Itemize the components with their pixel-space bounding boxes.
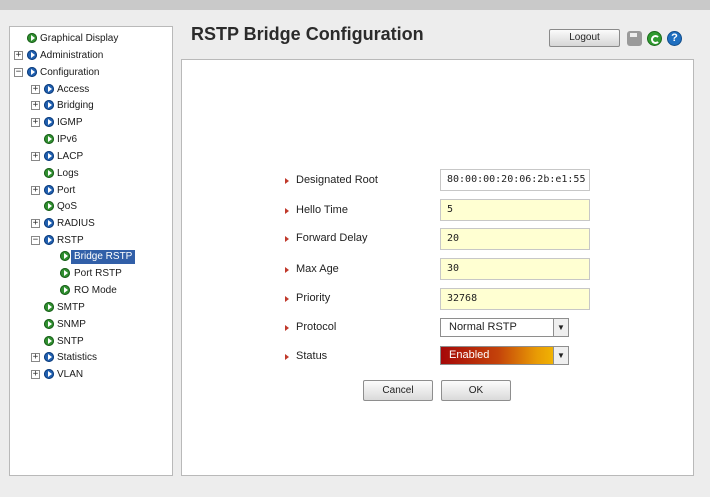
cancel-button[interactable]: Cancel — [363, 380, 433, 401]
sidebar-item-label: IPv6 — [57, 134, 78, 145]
play-icon — [27, 50, 37, 60]
play-icon — [60, 268, 70, 278]
logout-button[interactable]: Logout — [549, 29, 620, 47]
play-icon — [44, 218, 54, 228]
dropdown-arrow-icon[interactable]: ▼ — [553, 347, 568, 364]
bullet-arrow-icon — [285, 267, 289, 273]
max-age-label: Max Age — [296, 263, 339, 275]
expand-icon[interactable]: + — [31, 370, 40, 379]
play-icon — [44, 369, 54, 379]
play-icon — [27, 33, 37, 43]
sidebar-item-label: Access — [57, 84, 90, 95]
play-icon — [44, 201, 54, 211]
sidebar-item-label: Graphical Display — [40, 33, 119, 44]
sidebar-item-label: Logs — [57, 168, 79, 179]
save-icon[interactable] — [627, 31, 642, 46]
expand-icon[interactable]: + — [14, 51, 23, 60]
hello-time-label: Hello Time — [296, 204, 348, 216]
ok-button[interactable]: OK — [441, 380, 511, 401]
status-value: Enabled — [449, 349, 490, 361]
top-strip — [0, 0, 710, 10]
play-icon — [44, 100, 54, 110]
sidebar-item-label: QoS — [57, 201, 78, 212]
expand-icon[interactable]: + — [31, 85, 40, 94]
expand-icon[interactable]: + — [31, 152, 40, 161]
play-icon — [44, 319, 54, 329]
play-icon — [44, 117, 54, 127]
sidebar-item-label: LACP — [57, 151, 84, 162]
priority-input[interactable]: 32768 — [440, 288, 590, 310]
play-icon — [60, 251, 70, 261]
bullet-arrow-icon — [285, 208, 289, 214]
max-age-input[interactable]: 30 — [440, 258, 590, 280]
play-icon — [60, 285, 70, 295]
priority-label: Priority — [296, 292, 331, 304]
sidebar-item-label: SNMP — [57, 319, 86, 330]
status-select[interactable]: Enabled ▼ — [440, 346, 569, 365]
bullet-arrow-icon — [285, 296, 289, 302]
forward-delay-label: Forward Delay — [296, 232, 368, 244]
expand-icon[interactable]: + — [31, 353, 40, 362]
sidebar-item-label: Administration — [40, 50, 104, 61]
sidebar-item-label: SMTP — [57, 302, 85, 313]
expand-icon[interactable]: + — [31, 118, 40, 127]
sidebar-item-label: RSTP — [57, 235, 84, 246]
protocol-value: Normal RSTP — [449, 321, 517, 333]
expand-icon[interactable]: + — [31, 186, 40, 195]
play-icon — [27, 67, 37, 77]
hello-time-input[interactable]: 5 — [440, 199, 590, 221]
bullet-arrow-icon — [285, 354, 289, 360]
play-icon — [44, 185, 54, 195]
expand-icon[interactable]: + — [31, 101, 40, 110]
play-icon — [44, 302, 54, 312]
status-label: Status — [296, 350, 328, 362]
designated-root-label: Designated Root — [296, 174, 378, 186]
play-icon — [44, 235, 54, 245]
sidebar-item-label: Statistics — [57, 352, 98, 363]
sidebar-item-label: RADIUS — [57, 218, 95, 229]
help-icon[interactable]: ? — [667, 31, 682, 46]
bullet-arrow-icon — [285, 325, 289, 331]
play-icon — [44, 336, 54, 346]
expand-icon[interactable]: + — [31, 219, 40, 228]
play-icon — [44, 151, 54, 161]
sidebar-item-label: Port — [57, 185, 76, 196]
designated-root-field: 80:00:00:20:06:2b:e1:55 — [440, 169, 590, 191]
sidebar-item-label: RO Mode — [74, 285, 117, 296]
refresh-icon[interactable] — [647, 31, 662, 46]
protocol-label: Protocol — [296, 321, 337, 333]
play-icon — [44, 168, 54, 178]
dropdown-arrow-icon[interactable]: ▼ — [553, 319, 568, 336]
sidebar-item-label: Bridging — [57, 100, 94, 111]
sidebar-item-label: Configuration — [40, 67, 100, 78]
collapse-icon[interactable]: − — [31, 236, 40, 245]
play-icon — [44, 84, 54, 94]
collapse-icon[interactable]: − — [14, 68, 23, 77]
forward-delay-input[interactable]: 20 — [440, 228, 590, 250]
bullet-arrow-icon — [285, 178, 289, 184]
play-icon — [44, 352, 54, 362]
sidebar-item-label: IGMP — [57, 117, 83, 128]
sidebar-tree: Graphical Display + Administration − Con… — [9, 26, 173, 476]
play-icon — [44, 134, 54, 144]
bullet-arrow-icon — [285, 236, 289, 242]
content-panel — [181, 59, 694, 476]
sidebar-item-label: Port RSTP — [74, 268, 122, 279]
sidebar-item-label: SNTP — [57, 336, 84, 347]
page-title: RSTP Bridge Configuration — [191, 24, 424, 44]
sidebar-item-label: Bridge RSTP — [71, 250, 136, 264]
sidebar-item-label: VLAN — [57, 369, 84, 380]
protocol-select[interactable]: Normal RSTP ▼ — [440, 318, 569, 337]
